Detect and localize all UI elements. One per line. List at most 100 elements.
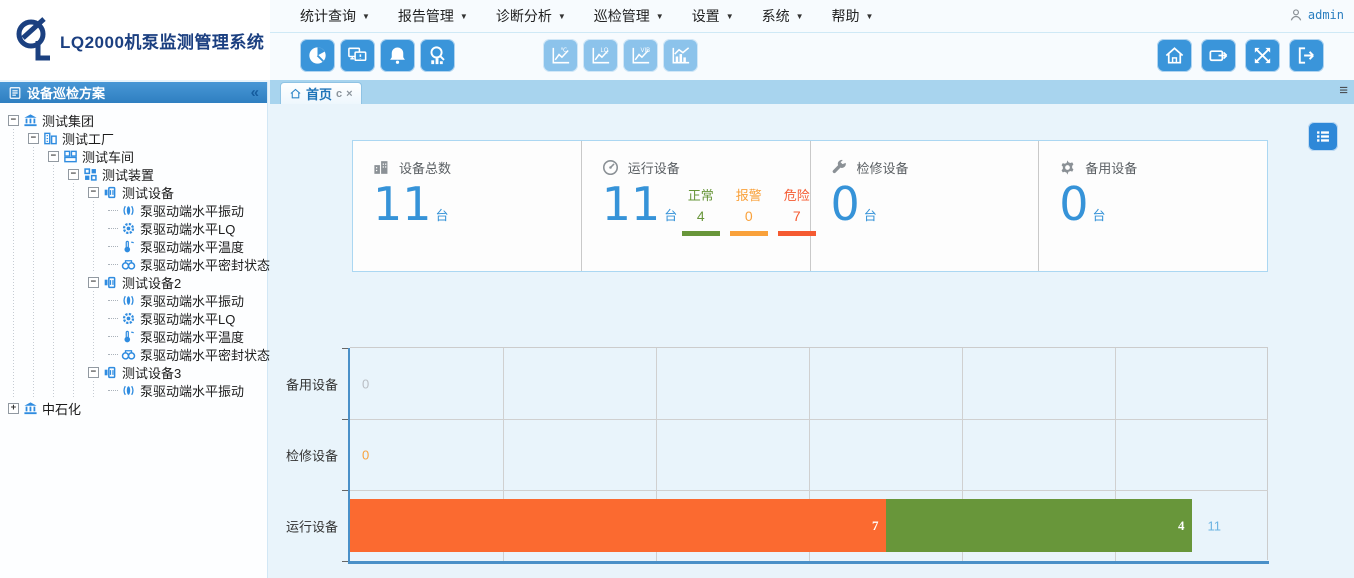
menu-item-4[interactable]: 巡检管理 ▼ — [594, 6, 664, 26]
menu-item-5[interactable]: 设置 ▼ — [692, 6, 734, 26]
tree-node-泵驱动端水平温度[interactable]: 泵驱动端水平温度 — [0, 237, 267, 255]
tree-node-中石化[interactable]: +中石化 — [0, 399, 267, 417]
tree-expander-icon[interactable]: − — [88, 367, 99, 378]
tree-node-label: 泵驱动端水平振动 — [140, 291, 244, 310]
user-box[interactable]: admin — [1288, 7, 1344, 23]
monitors-alert-button[interactable] — [340, 39, 375, 72]
tree-guide-line — [88, 309, 108, 327]
menu-item-3[interactable]: 诊断分析 ▼ — [496, 6, 566, 26]
tree-guide-line — [28, 165, 48, 183]
tree-node-泵驱动端水平温度[interactable]: 泵驱动端水平温度 — [0, 327, 267, 345]
tree-guide-line — [8, 327, 28, 345]
tab-home-label: 首页 — [306, 84, 332, 103]
tree-node-测试车间[interactable]: −测试车间 — [0, 147, 267, 165]
chevron-down-icon: ▼ — [362, 12, 370, 21]
tree-node-测试设备2[interactable]: −测试设备2 — [0, 273, 267, 291]
tree-guide-line — [68, 381, 88, 399]
tree-node-泵驱动端水平LQ[interactable]: 泵驱动端水平LQ — [0, 219, 267, 237]
tree-node-泵驱动端水平振动[interactable]: 泵驱动端水平振动 — [0, 291, 267, 309]
popout-button[interactable] — [1201, 39, 1236, 72]
tree-guide-line — [68, 291, 88, 309]
bell-icon — [385, 44, 410, 67]
tree-node-泵驱动端水平振动[interactable]: 泵驱动端水平振动 — [0, 201, 267, 219]
tree-guide-line — [68, 183, 88, 201]
menu-item-6[interactable]: 系统 ▼ — [762, 6, 804, 26]
tree-guide-line — [88, 327, 108, 345]
tree-node-测试装置[interactable]: −测试装置 — [0, 165, 267, 183]
tree-guide-line — [68, 327, 88, 345]
tree-guide-line — [8, 345, 28, 363]
axis-tick — [342, 561, 348, 562]
card-unit: 台 — [1093, 209, 1106, 224]
tree-node-泵驱动端水平密封状态[interactable]: 泵驱动端水平密封状态 — [0, 345, 267, 363]
tree-node-label: 泵驱动端水平温度 — [140, 327, 244, 346]
toolbar: ℃ LQ VIB — [270, 33, 1354, 80]
bar-segment-正常[interactable]: 4 — [886, 499, 1192, 552]
tree-node-泵驱动端水平密封状态[interactable]: 泵驱动端水平密封状态 — [0, 255, 267, 273]
pie-chart-icon — [305, 44, 330, 67]
summary-cards-panel: 设备总数 11台 运行设备 11台 正常 4 报警 0 危险 7 检修设备 0台… — [352, 140, 1268, 272]
tree-node-测试设备3[interactable]: −测试设备3 — [0, 363, 267, 381]
tree-expander-icon[interactable]: − — [68, 169, 79, 180]
trend-lq-button[interactable]: LQ — [583, 39, 618, 72]
summary-card-备用设备: 备用设备 0台 — [1039, 141, 1267, 271]
card-unit: 台 — [664, 209, 677, 224]
logout-button[interactable] — [1289, 39, 1324, 72]
bell-button[interactable] — [380, 39, 415, 72]
card-value: 11台 — [373, 174, 449, 247]
menu-item-label: 巡检管理 — [594, 6, 650, 26]
card-value: 0台 — [1059, 174, 1105, 247]
pie-chart-button[interactable] — [300, 39, 335, 72]
tree-expander-icon[interactable]: − — [88, 187, 99, 198]
home-button[interactable] — [1157, 39, 1192, 72]
tree-node-测试工厂[interactable]: −测试工厂 — [0, 129, 267, 147]
tree-guide-line — [28, 147, 48, 165]
tree-guide-line — [28, 237, 48, 255]
tree-node-测试设备[interactable]: −测试设备 — [0, 183, 267, 201]
tab-home[interactable]: 首页 c × — [280, 82, 362, 104]
tree-node-泵驱动端水平LQ[interactable]: 泵驱动端水平LQ — [0, 309, 267, 327]
menu-item-2[interactable]: 报告管理 ▼ — [398, 6, 468, 26]
tree-guide-line — [8, 273, 28, 291]
gridline — [350, 490, 1268, 491]
tree-expander-icon[interactable]: − — [48, 151, 59, 162]
list-toggle-button[interactable] — [1308, 122, 1338, 151]
temperature-icon — [121, 329, 136, 344]
app-title: LQ2000机泵监测管理系统 — [60, 28, 264, 53]
tree-expander-icon[interactable]: − — [8, 115, 19, 126]
trend-temperature-button[interactable]: ℃ — [543, 39, 578, 72]
tree-expander-icon[interactable]: + — [8, 403, 19, 414]
fullscreen-button[interactable] — [1245, 39, 1280, 72]
sidebar-collapse-button[interactable]: « — [251, 86, 259, 100]
tree-guide-line — [68, 309, 88, 327]
tree-expander-icon[interactable]: − — [28, 133, 39, 144]
spectrum-button[interactable] — [663, 39, 698, 72]
bar-segment-危险[interactable]: 7 — [350, 499, 886, 552]
menu-item-label: 报告管理 — [398, 6, 454, 26]
popout-icon — [1206, 44, 1231, 67]
tab-close-icon[interactable]: × — [346, 88, 352, 100]
tree-expander-icon[interactable]: − — [88, 277, 99, 288]
tab-bar: 首页 c × ≡ — [270, 80, 1354, 104]
trend-lq-icon: LQ — [588, 44, 613, 67]
tree-node-label: 泵驱动端水平振动 — [140, 381, 244, 400]
tree-guide-line — [28, 255, 48, 273]
axis-tick — [342, 419, 348, 420]
seal-icon — [121, 257, 136, 272]
trend-vib-button[interactable]: VIB — [623, 39, 658, 72]
equipment-icon — [103, 185, 118, 200]
menu-item-7[interactable]: 帮助 ▼ — [832, 6, 874, 26]
tree-connector — [108, 354, 118, 355]
menu-item-1[interactable]: 统计查询 ▼ — [300, 6, 370, 26]
tree-guide-line — [8, 309, 28, 327]
tab-overflow-menu-icon[interactable]: ≡ — [1339, 82, 1348, 99]
tree-node-泵驱动端水平振动[interactable]: 泵驱动端水平振动 — [0, 381, 267, 399]
tree-node-测试集团[interactable]: −测试集团 — [0, 111, 267, 129]
tree-connector — [108, 228, 118, 229]
tab-refresh-icon[interactable]: c — [336, 88, 342, 100]
tree-guide-line — [28, 363, 48, 381]
tree-guide-line — [28, 183, 48, 201]
search-stats-button[interactable] — [420, 39, 455, 72]
tree-guide-line — [68, 273, 88, 291]
org-icon — [23, 113, 38, 128]
